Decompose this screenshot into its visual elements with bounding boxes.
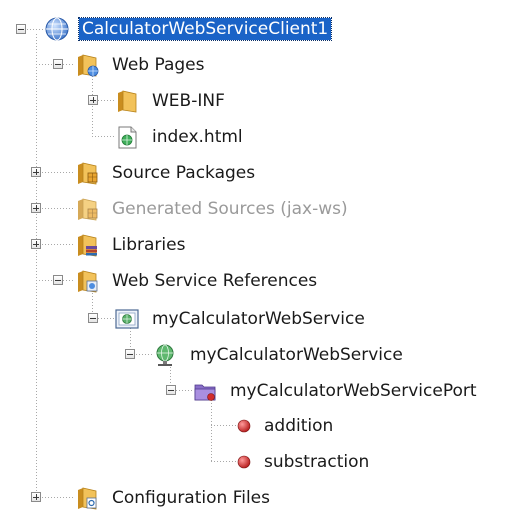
tree-node-label: substraction <box>264 452 370 472</box>
tree-node-label: Source Packages <box>112 163 256 183</box>
folder-icon <box>114 88 140 114</box>
tree-node-ws-references[interactable]: Web Service References <box>74 266 320 296</box>
ws-folder-icon <box>74 268 100 294</box>
tree-node-label: Configuration Files <box>112 488 270 508</box>
operation-icon <box>236 418 252 434</box>
tree-node-label: Web Pages <box>112 55 205 75</box>
operation-icon <box>236 454 252 470</box>
package-folder-icon <box>74 160 100 186</box>
config-files-toggle[interactable] <box>31 492 41 502</box>
tree-node-label: Generated Sources (jax-ws) <box>112 199 348 219</box>
tree-node-index-html[interactable]: index.html <box>114 122 246 152</box>
tree-node-root[interactable]: CalculatorWebServiceClient1 <box>44 14 333 44</box>
source-packages-toggle[interactable] <box>31 167 41 177</box>
tree-node-service[interactable]: myCalculatorWebService <box>152 340 406 370</box>
tree-node-label: WEB-INF <box>152 91 225 111</box>
web-pages-toggle[interactable] <box>53 59 63 69</box>
web-inf-toggle[interactable] <box>88 95 98 105</box>
library-folder-icon <box>74 232 100 258</box>
html-file-icon <box>114 124 140 150</box>
tree-node-label: myCalculatorWebServicePort <box>230 381 477 401</box>
project-tree: CalculatorWebServiceClient1 Web Pages WE… <box>0 0 522 510</box>
port-folder-icon <box>192 378 218 404</box>
port-toggle[interactable] <box>166 385 176 395</box>
tree-node-label: Web Service References <box>112 271 318 291</box>
globe-icon <box>44 16 70 42</box>
root-toggle[interactable] <box>16 24 26 34</box>
tree-node-label: Libraries <box>112 235 186 255</box>
tree-node-label: index.html <box>152 127 243 147</box>
tree-node-ws-ref-item[interactable]: myCalculatorWebService <box>114 304 368 334</box>
tree-node-web-pages[interactable]: Web Pages <box>74 50 207 80</box>
tree-node-label: myCalculatorWebService <box>190 345 403 365</box>
web-folder-icon <box>74 52 100 78</box>
tree-node-label: CalculatorWebServiceClient1 <box>77 17 333 41</box>
service-toggle[interactable] <box>125 349 135 359</box>
tree-node-label: myCalculatorWebService <box>152 309 365 329</box>
tree-node-libraries[interactable]: Libraries <box>74 230 188 260</box>
tree-node-op-substraction[interactable]: substraction <box>231 447 372 477</box>
config-folder-icon <box>74 485 100 510</box>
package-folder-icon <box>74 196 100 222</box>
ws-ref-item-toggle[interactable] <box>88 313 98 323</box>
tree-node-op-addition[interactable]: addition <box>231 411 336 441</box>
tree-node-label: addition <box>264 416 334 436</box>
tree-node-port[interactable]: myCalculatorWebServicePort <box>192 376 480 406</box>
generated-sources-toggle[interactable] <box>31 203 41 213</box>
tree-node-web-inf[interactable]: WEB-INF <box>114 86 228 116</box>
tree-node-config-files[interactable]: Configuration Files <box>74 483 273 510</box>
web-service-reference-icon <box>114 306 140 332</box>
libraries-toggle[interactable] <box>31 239 41 249</box>
tree-node-generated-sources[interactable]: Generated Sources (jax-ws) <box>74 194 351 224</box>
ws-references-toggle[interactable] <box>53 275 63 285</box>
tree-node-source-packages[interactable]: Source Packages <box>74 158 258 188</box>
service-globe-icon <box>152 342 178 368</box>
